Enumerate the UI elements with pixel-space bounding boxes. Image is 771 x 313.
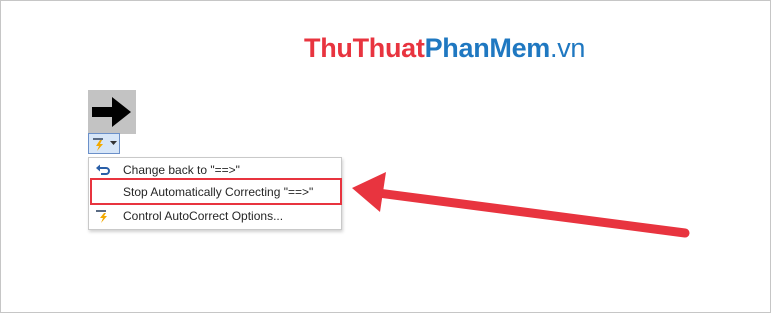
chevron-down-icon (110, 141, 117, 145)
highlight-box (90, 178, 342, 205)
undo-icon (95, 162, 111, 178)
menu-item-control-autocorrect[interactable]: Control AutoCorrect Options... (89, 205, 341, 227)
menu-item-label: Change back to "==>" (123, 163, 240, 177)
right-arrow-icon (92, 97, 131, 127)
menu-item-label: Control AutoCorrect Options... (123, 209, 284, 223)
autocorrected-arrow-glyph[interactable] (88, 90, 136, 134)
autocorrect-options-button[interactable] (88, 133, 120, 154)
site-watermark: ThuThuatPhanMem.vn (304, 33, 586, 63)
autocorrect-options-icon (95, 208, 111, 224)
